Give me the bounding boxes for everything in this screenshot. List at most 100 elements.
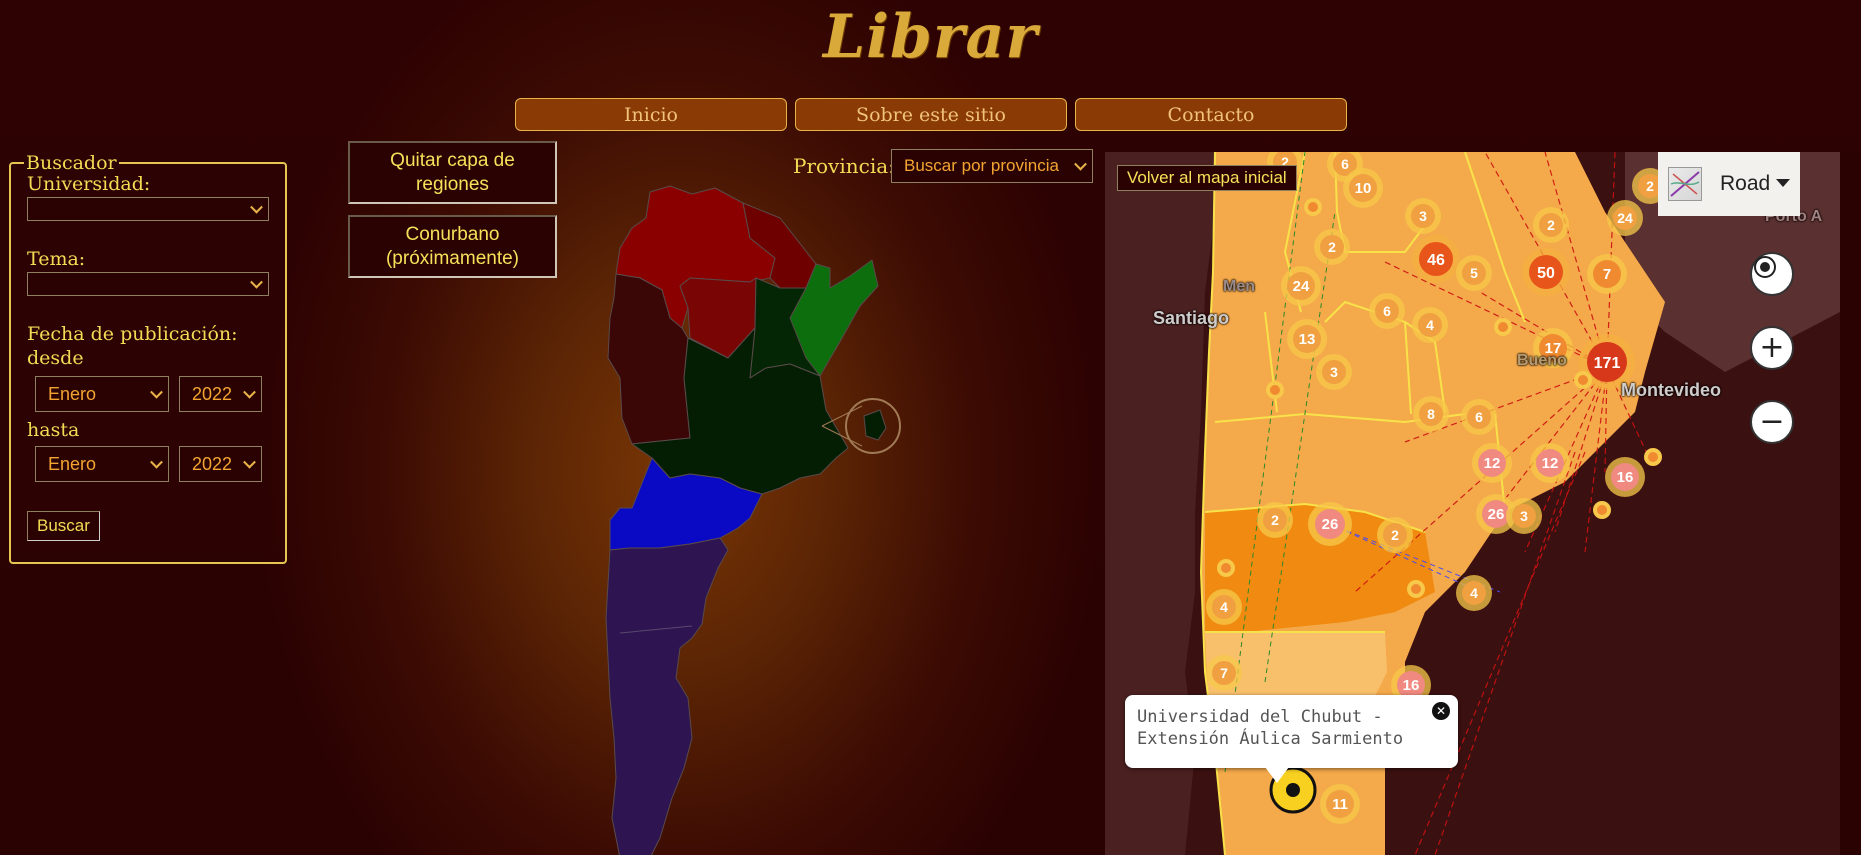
quitar-capa-button[interactable]: Quitar capa de regiones [348, 141, 557, 204]
cluster-marker[interactable]: 26 [1308, 502, 1352, 546]
svg-text:171: 171 [1594, 355, 1621, 372]
zoom-in-button[interactable]: + [1750, 326, 1794, 370]
hasta-mes-select[interactable]: Enero [35, 446, 169, 482]
svg-text:24: 24 [1293, 278, 1310, 295]
map-infobox: Universidad del Chubut - Extensión Áulic… [1125, 695, 1458, 783]
map-type-label: Road [1720, 172, 1771, 195]
cluster-marker[interactable]: 3 [1405, 198, 1441, 234]
cluster-marker[interactable]: 2 [1314, 229, 1350, 265]
buscar-button[interactable]: Buscar [27, 511, 100, 541]
svg-text:4: 4 [1470, 585, 1478, 601]
cluster-marker[interactable]: 4 [1206, 589, 1242, 625]
cluster-marker[interactable]: 11 [1320, 784, 1360, 824]
place-label: Men [1223, 278, 1255, 295]
site-logo[interactable]: Librar [0, 2, 1861, 72]
chevron-down-icon [243, 385, 256, 399]
svg-text:10: 10 [1355, 180, 1372, 197]
svg-text:4: 4 [1220, 599, 1228, 615]
infobox-title-line2: Extensión Áulica Sarmiento [1137, 729, 1404, 749]
chevron-down-icon [150, 385, 163, 399]
cluster-marker[interactable]: 7 [1206, 655, 1242, 691]
hasta-anio-select[interactable]: 2022 [179, 446, 262, 482]
cluster-marker[interactable]: 3 [1506, 498, 1542, 534]
svg-text:6: 6 [1475, 409, 1483, 425]
cluster-marker[interactable]: 8 [1413, 396, 1449, 432]
cluster-marker[interactable]: 2 [1377, 517, 1413, 553]
cluster-marker[interactable]: 5 [1456, 255, 1492, 291]
svg-text:2: 2 [1547, 217, 1555, 233]
svg-text:26: 26 [1488, 506, 1505, 523]
svg-text:3: 3 [1520, 508, 1528, 524]
cluster-marker[interactable]: 16 [1605, 457, 1645, 497]
svg-text:50: 50 [1537, 265, 1555, 282]
svg-text:6: 6 [1383, 303, 1391, 319]
svg-text:11: 11 [1332, 796, 1348, 813]
place-label: Santiago [1153, 308, 1230, 328]
svg-text:7: 7 [1603, 266, 1611, 283]
cluster-marker[interactable]: 24 [1281, 266, 1321, 306]
chevron-down-icon [250, 200, 263, 214]
svg-text:8: 8 [1427, 406, 1435, 422]
nav-sobre-button[interactable]: Sobre este sitio [795, 98, 1067, 131]
cluster-marker[interactable]: 13 [1287, 319, 1327, 359]
svg-text:13: 13 [1299, 331, 1316, 348]
cluster-marker[interactable]: 7 [1587, 254, 1627, 294]
road-map-thumbnail-icon [1668, 167, 1702, 201]
cluster-marker[interactable]: 6 [1369, 293, 1405, 329]
chevron-down-icon [1074, 157, 1087, 171]
quitar-capa-label: Quitar capa de regiones [390, 149, 515, 195]
close-icon[interactable]: ✕ [1432, 702, 1450, 720]
map-edge-strip [1840, 152, 1861, 855]
map-type-selector[interactable]: Road [1658, 152, 1800, 216]
svg-text:4: 4 [1426, 317, 1434, 333]
nav-contacto-button[interactable]: Contacto [1075, 98, 1347, 131]
caret-down-icon [1776, 179, 1790, 187]
plus-icon: + [1759, 330, 1785, 365]
svg-text:2: 2 [1271, 512, 1279, 528]
provincia-select[interactable]: Buscar por provincia [891, 149, 1093, 183]
desde-mes-select[interactable]: Enero [35, 376, 169, 412]
cluster-marker[interactable]: 2 [1533, 207, 1569, 243]
cluster-marker[interactable]: 2 [1257, 502, 1293, 538]
svg-text:12: 12 [1542, 455, 1559, 472]
conurbano-button[interactable]: Conurbano (próximamente) [348, 215, 557, 278]
cluster-marker[interactable]: 4 [1456, 575, 1492, 611]
desde-row: Enero 2022 [35, 376, 269, 412]
cluster-marker[interactable]: 50 [1522, 248, 1570, 296]
cluster-marker[interactable]: 24 [1607, 200, 1643, 236]
cluster-marker[interactable]: 12 [1530, 443, 1570, 483]
argentina-regions-map[interactable] [580, 178, 910, 855]
svg-text:12: 12 [1484, 455, 1501, 472]
locate-icon [1754, 256, 1776, 278]
universidad-label: Universidad: [27, 173, 151, 195]
search-panel-legend: Buscador [26, 152, 117, 174]
cluster-marker[interactable]: 12 [1472, 443, 1512, 483]
nav-inicio-button[interactable]: Inicio [515, 98, 787, 131]
locate-me-button[interactable] [1750, 252, 1794, 296]
desde-label: desde [27, 347, 84, 369]
hasta-row: Enero 2022 [35, 446, 269, 482]
page: Librar Inicio Sobre este sitio Contacto … [0, 0, 1861, 855]
tema-label: Tema: [27, 248, 86, 270]
place-label: Bueno [1517, 352, 1567, 369]
svg-text:3: 3 [1419, 208, 1427, 224]
fecha-label: Fecha de publicación: [27, 323, 238, 345]
hasta-label: hasta [27, 419, 80, 441]
desde-anio-select[interactable]: 2022 [179, 376, 262, 412]
cluster-marker[interactable]: 3 [1316, 354, 1352, 390]
chevron-down-icon [243, 455, 256, 469]
svg-text:7: 7 [1220, 665, 1228, 681]
cluster-marker[interactable]: 10 [1343, 168, 1383, 208]
bing-map[interactable]: 2 6 10 3 2 46 5 50 7 2 24 2 24 6 4 17 17… [1105, 152, 1840, 855]
region-patagonia[interactable] [605, 537, 729, 855]
volver-mapa-inicial-button[interactable]: Volver al mapa inicial [1117, 165, 1297, 191]
zoom-out-button[interactable]: − [1750, 400, 1794, 444]
cluster-marker[interactable]: 6 [1461, 399, 1497, 435]
cluster-marker[interactable]: 4 [1412, 307, 1448, 343]
cluster-marker[interactable]: 46 [1412, 235, 1460, 283]
svg-text:16: 16 [1617, 469, 1634, 486]
provincia-label: Provincia: [793, 154, 895, 178]
search-panel: Buscador Universidad: Tema: Fecha de pub… [9, 152, 287, 564]
tema-select[interactable] [27, 272, 269, 296]
universidad-select[interactable] [27, 197, 269, 221]
